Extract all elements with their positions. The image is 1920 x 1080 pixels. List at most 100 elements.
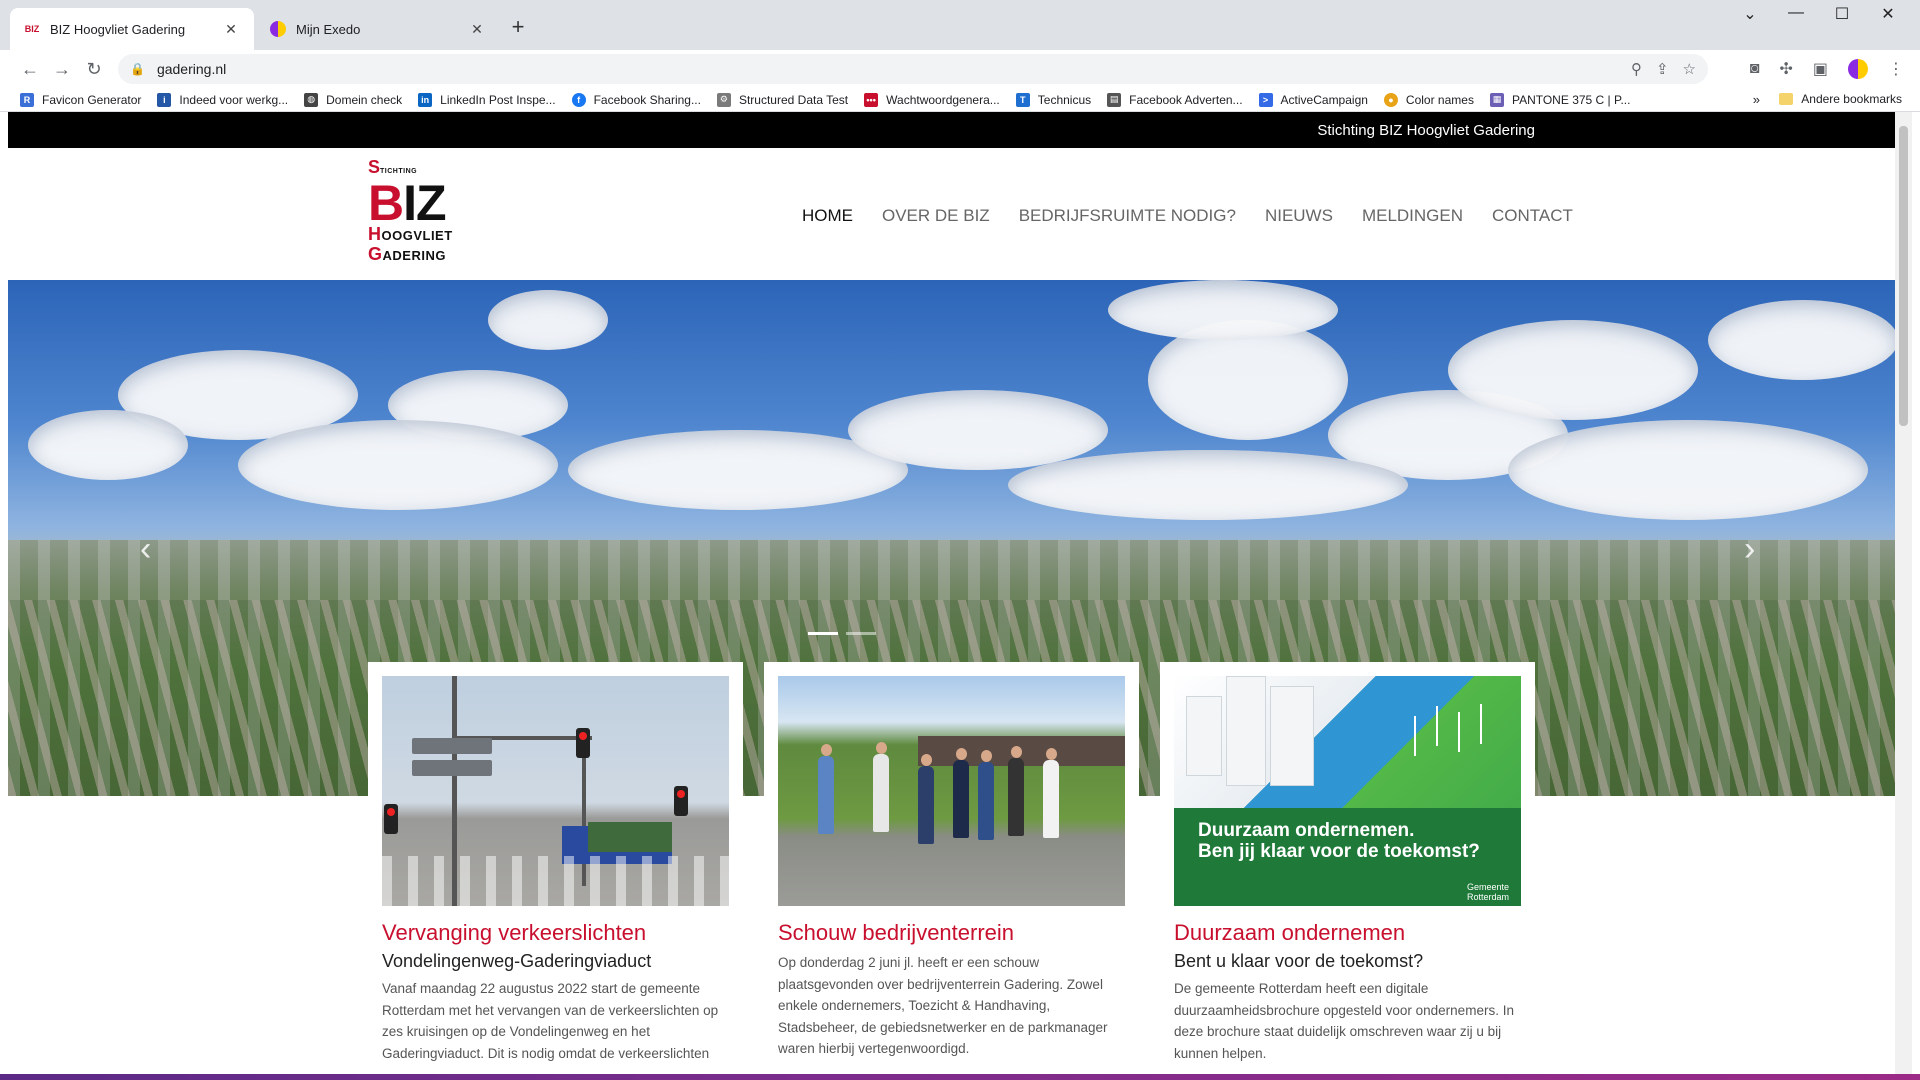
bookmark-item[interactable]: > ActiveCampaign: [1258, 92, 1368, 107]
bookmark-item[interactable]: T Technicus: [1015, 92, 1091, 107]
exedo-favicon-icon: [270, 21, 286, 37]
nav-home[interactable]: HOME: [802, 206, 853, 226]
side-panel-icon[interactable]: ▣: [1813, 59, 1828, 79]
cloud-shape: [238, 420, 558, 510]
folder-icon: [1779, 93, 1794, 105]
bookmark-item[interactable]: ▦ PANTONE 375 C | P...: [1489, 92, 1630, 107]
news-cards: Vervanging verkeerslichten Vondelingenwe…: [368, 662, 1535, 1074]
other-bookmarks-folder[interactable]: Andere bookmarks: [1779, 92, 1902, 106]
scrollbar-thumb[interactable]: [1899, 126, 1908, 426]
slider-dot[interactable]: [808, 632, 838, 635]
main-nav: HOME OVER DE BIZ BEDRIJFSRUIMTE NODIG? N…: [802, 206, 1573, 226]
card-title[interactable]: Schouw bedrijventerrein: [778, 918, 1125, 948]
tab-mijn-exedo[interactable]: Mijn Exedo ✕: [256, 8, 500, 50]
card-subtitle: Bent u klaar voor de toekomst?: [1174, 951, 1424, 971]
cloud-shape: [1508, 420, 1868, 520]
camera-icon[interactable]: ◙: [1750, 60, 1760, 78]
tab-title: Mijn Exedo: [296, 21, 361, 37]
bookmark-favicon-icon: ●: [1383, 92, 1398, 107]
zoom-icon[interactable]: ⚲: [1631, 60, 1642, 78]
bookmark-favicon-icon: >: [1258, 92, 1273, 107]
brochure-banner: Duurzaam ondernemen. Ben jij klaar voor …: [1174, 808, 1521, 888]
bookmarks-bar: R Favicon Generator i Indeed voor werkg...…: [0, 88, 1920, 112]
cloud-shape: [28, 410, 188, 480]
maximize-icon[interactable]: ☐: [1822, 4, 1862, 24]
nav-nieuws[interactable]: NIEUWS: [1265, 206, 1333, 226]
tab-title: BIZ Hoogvliet Gadering: [50, 21, 186, 37]
forward-arrow-icon[interactable]: →: [46, 59, 78, 80]
news-card[interactable]: Schouw bedrijventerrein Op donderdag 2 j…: [764, 662, 1139, 1074]
bookmark-star-icon[interactable]: ☆: [1683, 60, 1696, 78]
cloud-shape: [488, 290, 608, 350]
card-title[interactable]: Vervanging verkeerslichten: [382, 918, 729, 948]
reload-icon[interactable]: ↻: [78, 59, 110, 80]
bookmark-favicon-icon: i: [157, 92, 172, 107]
bookmark-item[interactable]: f Facebook Sharing...: [571, 92, 701, 107]
new-tab-plus-icon[interactable]: +: [506, 14, 530, 40]
close-icon[interactable]: ✕: [222, 21, 240, 38]
slider-next-arrow-icon[interactable]: ›: [1744, 530, 1755, 569]
bookmark-item[interactable]: i Indeed voor werkg...: [157, 92, 288, 107]
person-shape: [918, 754, 934, 844]
person-shape: [873, 742, 889, 832]
browser-toolbar: ← → ↻ 🔒 gadering.nl ⚲ ⇪ ☆ ◙ ✣ ▣ ⋮: [0, 50, 1920, 88]
nav-bedrijfsruimte[interactable]: BEDRIJFSRUIMTE NODIG?: [1019, 206, 1236, 226]
slider-dots: [808, 632, 876, 635]
traffic-light-icon: [384, 804, 398, 834]
close-icon[interactable]: ✕: [468, 21, 486, 38]
bookmark-item[interactable]: in LinkedIn Post Inspe...: [418, 92, 556, 107]
extensions-puzzle-icon[interactable]: ✣: [1779, 59, 1792, 79]
bookmark-favicon-icon: f: [571, 92, 586, 107]
profile-avatar[interactable]: [1848, 59, 1868, 79]
card-title[interactable]: Duurzaam ondernemen: [1174, 918, 1521, 948]
traffic-light-icon: [674, 786, 688, 816]
nav-contact[interactable]: CONTACT: [1492, 206, 1573, 226]
news-card[interactable]: Vervanging verkeerslichten Vondelingenwe…: [368, 662, 743, 1074]
person-shape: [978, 750, 994, 840]
bookmark-favicon-icon: ◍: [304, 92, 319, 107]
news-card[interactable]: Duurzaam ondernemen. Ben jij klaar voor …: [1160, 662, 1535, 1074]
cloud-shape: [848, 390, 1108, 470]
cloud-shape: [1108, 280, 1338, 340]
bookmark-item[interactable]: ••• Wachtwoordgenera...: [864, 92, 1000, 107]
biz-favicon-icon: BIZ: [24, 24, 40, 34]
card-image-sustainability[interactable]: Duurzaam ondernemen. Ben jij klaar voor …: [1174, 676, 1521, 906]
topbar-text: Stichting BIZ Hoogvliet Gadering: [1317, 121, 1535, 139]
card-image-walkers[interactable]: [778, 676, 1125, 906]
bookmark-item[interactable]: ▤ Facebook Adverten...: [1107, 92, 1243, 107]
lock-icon[interactable]: 🔒: [130, 62, 145, 76]
share-icon[interactable]: ⇪: [1656, 60, 1669, 78]
bookmark-favicon-icon: ▤: [1107, 92, 1122, 107]
close-window-icon[interactable]: ✕: [1868, 4, 1908, 24]
bookmark-item[interactable]: ◍ Domein check: [304, 92, 402, 107]
cloud-shape: [1708, 300, 1895, 380]
card-text: Vanaf maandag 22 augustus 2022 start de …: [382, 981, 719, 1061]
minimize-icon[interactable]: —: [1776, 4, 1816, 22]
menu-kebab-icon[interactable]: ⋮: [1888, 59, 1904, 79]
site-header: STICHTING BIZ HOOGVLIET GADERING HOME OV…: [8, 148, 1895, 280]
site-logo[interactable]: STICHTING BIZ HOOGVLIET GADERING: [368, 158, 468, 270]
site-topbar: Stichting BIZ Hoogvliet Gadering: [8, 112, 1895, 148]
card-image-traffic-lights[interactable]: [382, 676, 729, 906]
address-bar[interactable]: 🔒 gadering.nl ⚲ ⇪ ☆: [118, 54, 1708, 84]
bookmark-favicon-icon: ▦: [1489, 92, 1504, 107]
page-scrollbar[interactable]: [1895, 112, 1912, 1074]
back-arrow-icon[interactable]: ←: [14, 59, 46, 80]
page-viewport: Stichting BIZ Hoogvliet Gadering STICHTI…: [8, 112, 1895, 1074]
bookmark-item[interactable]: ⚙ Structured Data Test: [716, 92, 848, 107]
tab-strip: BIZ BIZ Hoogvliet Gadering ✕ Mijn Exedo …: [0, 0, 1920, 50]
nav-meldingen[interactable]: MELDINGEN: [1362, 206, 1463, 226]
bookmark-item[interactable]: ● Color names: [1383, 92, 1474, 107]
bookmark-favicon-icon: T: [1015, 92, 1030, 107]
slider-prev-arrow-icon[interactable]: ‹: [140, 530, 151, 569]
browser-window: BIZ BIZ Hoogvliet Gadering ✕ Mijn Exedo …: [0, 0, 1920, 1074]
nav-over-de-biz[interactable]: OVER DE BIZ: [882, 206, 990, 226]
tab-search-chevron-icon[interactable]: ⌄: [1730, 4, 1770, 24]
more-bookmarks-chevron-icon[interactable]: »: [1753, 92, 1760, 107]
cloud-shape: [1448, 320, 1698, 420]
bookmark-item[interactable]: R Favicon Generator: [20, 92, 141, 107]
bookmark-favicon-icon: in: [418, 92, 433, 107]
tab-biz-hoogvliet[interactable]: BIZ BIZ Hoogvliet Gadering ✕: [10, 8, 254, 50]
slider-dot[interactable]: [846, 632, 876, 635]
bookmark-favicon-icon: R: [20, 92, 34, 107]
